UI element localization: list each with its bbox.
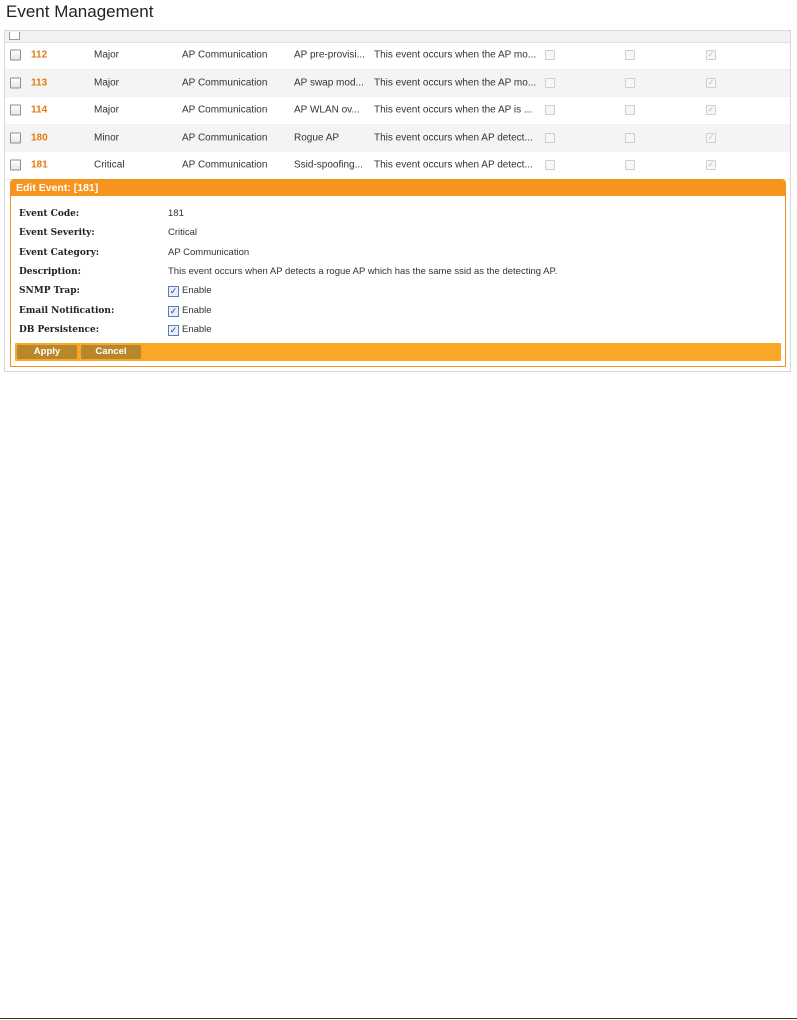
description-label: Description: xyxy=(19,267,81,277)
db-persistence-checkbox: ✓ xyxy=(706,105,716,116)
snmp-trap-checkbox xyxy=(545,50,555,61)
event-name: AP WLAN ov... xyxy=(294,104,360,116)
event-severity-value: Critical xyxy=(168,227,198,238)
event-severity: Major xyxy=(94,49,120,61)
db-persistence-checkbox: ✓ xyxy=(706,132,716,143)
event-category-value: AP Communication xyxy=(168,247,250,258)
table-row[interactable]: 114 Major AP Communication AP WLAN ov...… xyxy=(5,97,790,125)
apply-button[interactable]: Apply xyxy=(17,345,77,359)
edit-event-panel: Edit Event: [181] Event Code: 181 Event … xyxy=(10,179,786,367)
description-value: This event occurs when AP detects a rogu… xyxy=(168,266,558,277)
table-row[interactable]: 181 Critical AP Communication Ssid-spoof… xyxy=(5,152,790,180)
event-table-frame: 112 Major AP Communication AP pre-provis… xyxy=(4,30,791,372)
page-bottom-border xyxy=(0,1018,797,1019)
event-code-label: Event Code: xyxy=(19,209,80,219)
event-name: AP swap mod... xyxy=(294,77,364,89)
db-persistence-label: DB Persistence: xyxy=(19,325,100,335)
event-severity: Critical xyxy=(94,159,125,171)
event-category: AP Communication xyxy=(182,49,268,61)
snmp-trap-control: ✓ Enable xyxy=(168,284,212,298)
event-severity: Minor xyxy=(94,132,120,144)
email-notification-checkbox xyxy=(625,77,635,88)
event-code-link[interactable]: 113 xyxy=(31,77,47,88)
db-persistence-control: ✓ Enable xyxy=(168,323,212,337)
event-severity-label: Event Severity: xyxy=(19,228,95,238)
snmp-trap-label: SNMP Trap: xyxy=(19,286,80,296)
row-checkbox-partial[interactable] xyxy=(9,32,20,40)
db-persistence-checkbox: ✓ xyxy=(706,50,716,61)
event-category: AP Communication xyxy=(182,77,268,89)
row-checkbox[interactable] xyxy=(10,159,21,171)
event-description: This event occurs when AP detect... xyxy=(374,132,533,144)
page-title: Event Management xyxy=(6,2,154,21)
cancel-button[interactable]: Cancel xyxy=(81,345,141,359)
db-persistence-checkbox: ✓ xyxy=(706,77,716,88)
snmp-trap-checkbox xyxy=(545,132,555,143)
email-notification-label: Email Notification: xyxy=(19,306,115,316)
event-severity: Major xyxy=(94,104,120,116)
event-code-link[interactable]: 112 xyxy=(31,50,47,61)
table-row[interactable]: 180 Minor AP Communication Rogue AP This… xyxy=(5,124,790,152)
row-checkbox[interactable] xyxy=(10,77,21,89)
snmp-trap-enable-text: Enable xyxy=(182,285,212,296)
event-description: This event occurs when AP detect... xyxy=(374,159,533,171)
edit-actions-bar: Apply Cancel xyxy=(15,343,781,361)
table-row[interactable]: 113 Major AP Communication AP swap mod..… xyxy=(5,69,790,97)
db-persistence-enable-text: Enable xyxy=(182,324,212,335)
email-notification-checkbox xyxy=(625,160,635,171)
event-category: AP Communication xyxy=(182,104,268,116)
db-persistence-enable-checkbox[interactable]: ✓ xyxy=(168,325,179,336)
event-description: This event occurs when the AP mo... xyxy=(374,77,537,89)
row-checkbox[interactable] xyxy=(10,132,21,144)
event-code-link[interactable]: 180 xyxy=(31,132,48,143)
event-table: 112 Major AP Communication AP pre-provis… xyxy=(5,42,790,180)
snmp-trap-checkbox xyxy=(545,160,555,171)
event-category: AP Communication xyxy=(182,132,268,144)
event-category: AP Communication xyxy=(182,159,268,171)
event-category-label: Event Category: xyxy=(19,248,100,258)
event-name: Rogue AP xyxy=(294,132,340,144)
table-row[interactable]: 112 Major AP Communication AP pre-provis… xyxy=(5,42,790,70)
db-persistence-checkbox: ✓ xyxy=(706,160,716,171)
email-notification-enable-text: Enable xyxy=(182,305,212,316)
email-notification-checkbox xyxy=(625,50,635,61)
email-notification-control: ✓ Enable xyxy=(168,304,212,318)
event-code-value: 181 xyxy=(168,208,184,219)
event-description: This event occurs when the AP is ... xyxy=(374,104,533,116)
event-name: AP pre-provisi... xyxy=(294,49,365,61)
email-notification-enable-checkbox[interactable]: ✓ xyxy=(168,306,179,317)
row-checkbox[interactable] xyxy=(10,104,21,116)
email-notification-checkbox xyxy=(625,132,635,143)
event-severity: Major xyxy=(94,77,120,89)
snmp-trap-enable-checkbox[interactable]: ✓ xyxy=(168,286,179,297)
snmp-trap-checkbox xyxy=(545,105,555,116)
event-description: This event occurs when the AP mo... xyxy=(374,49,537,61)
row-checkbox[interactable] xyxy=(10,49,21,61)
event-name: Ssid-spoofing... xyxy=(294,159,363,171)
edit-event-header: Edit Event: [181] xyxy=(11,180,785,196)
event-code-link[interactable]: 114 xyxy=(31,105,47,116)
email-notification-checkbox xyxy=(625,105,635,116)
event-code-link[interactable]: 181 xyxy=(31,160,48,171)
snmp-trap-checkbox xyxy=(545,77,555,88)
